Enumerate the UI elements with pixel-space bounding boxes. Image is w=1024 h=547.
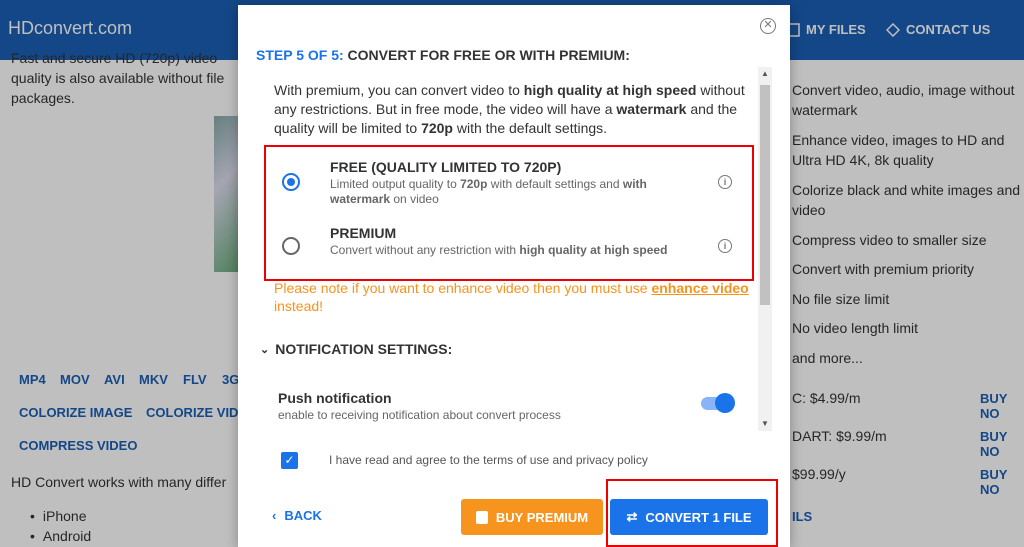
plan-options: FREE (QUALITY LIMITED TO 720P) Limited o… (264, 145, 754, 281)
scroll-down-icon[interactable]: ▼ (761, 419, 769, 428)
option-premium-desc: Convert without any restriction with hig… (330, 243, 668, 257)
convert-modal: ✕ STEP 5 OF 5: CONVERT FOR FREE OR WITH … (238, 5, 790, 547)
info-icon[interactable]: i (718, 239, 732, 253)
push-toggle-knob[interactable] (715, 393, 735, 413)
back-button[interactable]: ‹ BACK (272, 508, 322, 523)
convert-button[interactable]: ⇄ CONVERT 1 FILE (610, 499, 768, 535)
info-icon[interactable]: i (718, 175, 732, 189)
radio-premium[interactable] (282, 237, 300, 255)
option-premium-title: PREMIUM (330, 225, 397, 241)
push-notification-desc: enable to receiving notification about c… (278, 408, 561, 422)
agree-checkbox[interactable]: ✓ (281, 452, 298, 469)
intro-text: With premium, you can convert video to h… (274, 82, 745, 136)
chevron-left-icon: ‹ (272, 508, 277, 523)
close-icon[interactable]: ✕ (760, 18, 776, 34)
notification-settings-toggle[interactable]: ⌄ NOTIFICATION SETTINGS: (260, 341, 452, 357)
scrollbar-thumb[interactable] (760, 85, 770, 305)
enhance-video-link[interactable]: enhance video (651, 280, 748, 296)
enhance-note: Please note if you want to enhance video… (274, 280, 749, 314)
bag-icon (475, 510, 488, 524)
radio-free[interactable] (282, 173, 300, 191)
agree-label: I have read and agree to the terms of us… (329, 453, 648, 467)
scroll-up-icon[interactable]: ▲ (761, 69, 769, 78)
buy-premium-button[interactable]: BUY PREMIUM (461, 499, 603, 535)
option-free-desc: Limited output quality to 720p with defa… (330, 177, 647, 206)
option-free-title: FREE (QUALITY LIMITED TO 720P) (330, 159, 562, 175)
step-title: STEP 5 OF 5: CONVERT FOR FREE OR WITH PR… (256, 47, 630, 63)
chevron-down-icon: ⌄ (260, 343, 270, 356)
swap-icon: ⇄ (626, 509, 638, 524)
push-notification-title: Push notification (278, 390, 392, 406)
